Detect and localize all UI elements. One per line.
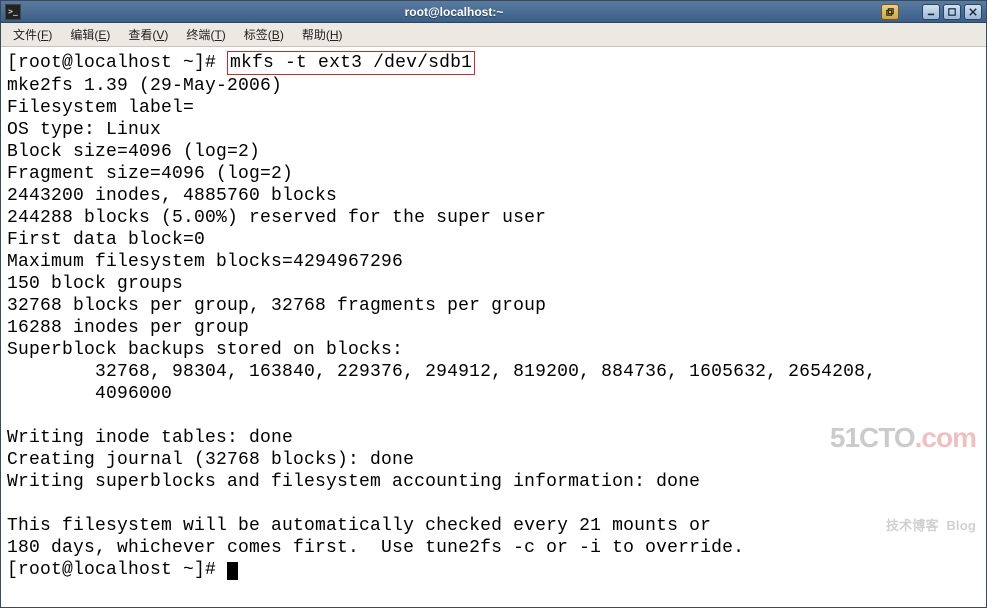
terminal-output-line: This filesystem will be automatically ch… xyxy=(7,516,711,536)
terminal-output-line: 16288 inodes per group xyxy=(7,318,249,338)
restore-button-extra[interactable] xyxy=(881,4,899,20)
menu-help[interactable]: 帮助(H) xyxy=(294,23,351,46)
terminal-output-line: 32768 blocks per group, 32768 fragments … xyxy=(7,296,546,316)
terminal-output-line: Fragment size=4096 (log=2) xyxy=(7,164,293,184)
terminal-window: root@localhost:~ 文件(F) 编辑(E) 查看(V) 终端(T)… xyxy=(0,0,987,608)
terminal-output-line: Block size=4096 (log=2) xyxy=(7,142,260,162)
terminal-output-line: 150 block groups xyxy=(7,274,183,294)
terminal-output-line: Filesystem label= xyxy=(7,98,194,118)
window-controls xyxy=(881,4,982,20)
terminal-viewport[interactable]: [root@localhost ~]# mkfs -t ext3 /dev/sd… xyxy=(1,47,986,607)
menu-view[interactable]: 查看(V) xyxy=(120,23,176,46)
prompt: [root@localhost ~]# xyxy=(7,560,227,580)
menu-file[interactable]: 文件(F) xyxy=(5,23,60,46)
terminal-output-line: Creating journal (32768 blocks): done xyxy=(7,450,414,470)
minimize-button[interactable] xyxy=(922,4,940,20)
terminal-output-line: First data block=0 xyxy=(7,230,205,250)
terminal-output-line: 32768, 98304, 163840, 229376, 294912, 81… xyxy=(7,362,887,382)
terminal-output-line: OS type: Linux xyxy=(7,120,161,140)
watermark: 51CTO.com 技术博客 Blog xyxy=(776,361,976,581)
watermark-suffix: .com xyxy=(915,422,976,453)
maximize-button[interactable] xyxy=(943,4,961,20)
terminal-output-line: Maximum filesystem blocks=4294967296 xyxy=(7,252,403,272)
watermark-domain: 51CTO xyxy=(830,422,915,453)
terminal-output-line: Superblock backups stored on blocks: xyxy=(7,340,414,360)
window-title: root@localhost:~ xyxy=(27,5,881,19)
terminal-output-line: mke2fs 1.39 (29-May-2006) xyxy=(7,76,282,96)
terminal-output-line: 244288 blocks (5.00%) reserved for the s… xyxy=(7,208,546,228)
menu-tabs[interactable]: 标签(B) xyxy=(236,23,292,46)
titlebar[interactable]: root@localhost:~ xyxy=(1,1,986,23)
cursor xyxy=(227,562,238,580)
close-button[interactable] xyxy=(964,4,982,20)
terminal-output-line: 180 days, whichever comes first. Use tun… xyxy=(7,538,744,558)
menu-edit[interactable]: 编辑(E) xyxy=(62,23,118,46)
menubar: 文件(F) 编辑(E) 查看(V) 终端(T) 标签(B) 帮助(H) xyxy=(1,23,986,47)
terminal-output-line: 4096000 xyxy=(7,384,172,404)
terminal-output-line: Writing inode tables: done xyxy=(7,428,601,448)
terminal-output-line: 2443200 inodes, 4885760 blocks xyxy=(7,186,337,206)
menu-terminal[interactable]: 终端(T) xyxy=(178,23,233,46)
terminal-icon xyxy=(5,4,21,20)
prompt: [root@localhost ~]# xyxy=(7,53,227,73)
watermark-tagline: 技术博客 Blog xyxy=(776,515,976,537)
highlighted-command: mkfs -t ext3 /dev/sdb1 xyxy=(227,51,475,75)
terminal-output-line: Writing superblocks and filesystem accou… xyxy=(7,472,700,492)
